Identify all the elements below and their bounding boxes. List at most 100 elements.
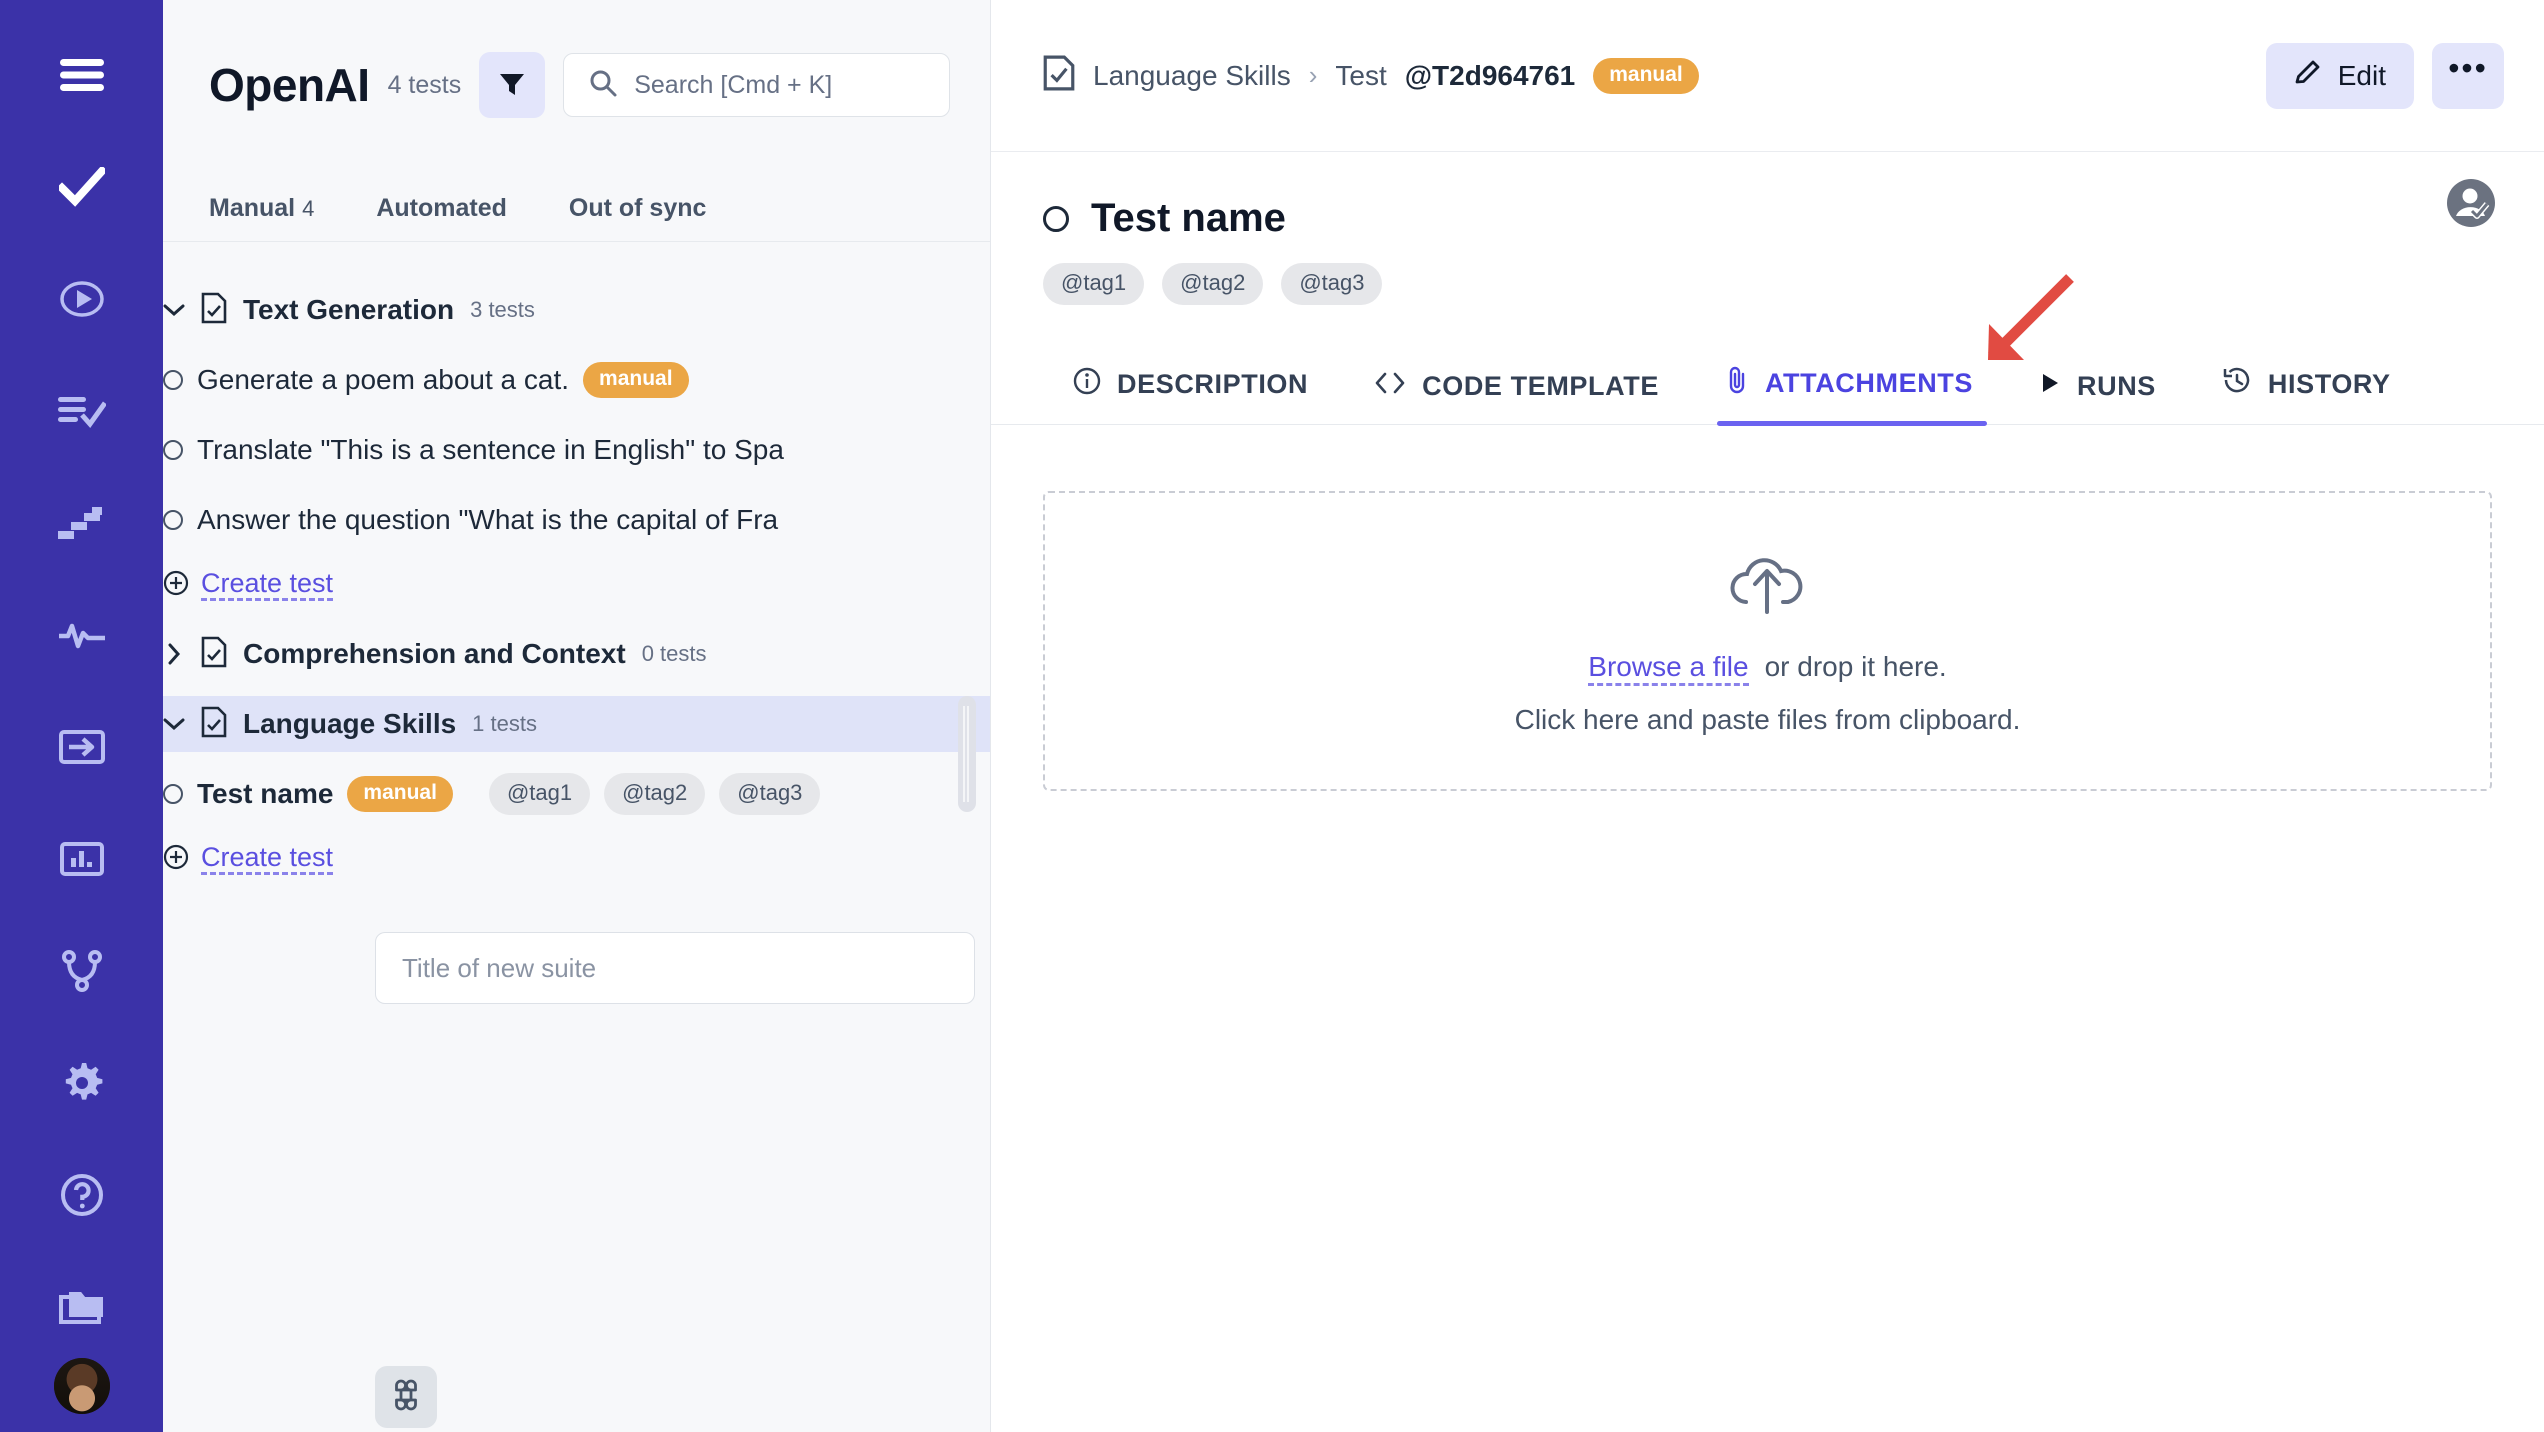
dropzone-or-text: or drop it here. [1764, 651, 1947, 683]
tag-chip[interactable]: @tag3 [719, 773, 821, 815]
status-badge: manual [583, 362, 689, 398]
avatar[interactable] [53, 1358, 110, 1414]
tab-automated[interactable]: Automated [376, 194, 545, 241]
suite-name: Text Generation [243, 294, 455, 325]
left-icon-rail [0, 0, 163, 1432]
list-check-icon[interactable] [49, 378, 115, 444]
panel-header: OpenAI 4 tests Search [Cmd + K] [163, 0, 990, 170]
chevron-down-icon[interactable] [163, 717, 185, 731]
plus-circle-icon [163, 570, 189, 601]
code-icon [1374, 371, 1406, 402]
breadcrumb: Language Skills › Test @T2d964761 manual… [991, 0, 2544, 152]
tab-out-of-sync[interactable]: Out of sync [569, 194, 745, 241]
play-icon [2039, 371, 2061, 402]
search-icon [588, 68, 618, 103]
new-suite-input[interactable] [375, 932, 975, 1004]
project-title: OpenAI [209, 59, 370, 111]
command-icon [390, 1379, 422, 1416]
dropzone-line1: Browse a file or drop it here. [1588, 651, 1947, 686]
tag-list: @tag1 @tag2 @tag3 [991, 241, 2544, 305]
dropzone-paste-text: Click here and paste files from clipboar… [1514, 703, 2021, 735]
app-root: OpenAI 4 tests Search [Cmd + K] Manual 4… [0, 0, 2544, 1432]
play-circle-icon[interactable] [49, 266, 115, 332]
test-title: Generate a poem about a cat. [197, 364, 570, 395]
history-icon [2222, 367, 2252, 402]
tab-manual[interactable]: Manual 4 [209, 194, 352, 241]
tab-manual-label: Manual [209, 194, 296, 222]
tab-manual-count: 4 [302, 196, 315, 221]
chevron-down-icon[interactable] [163, 303, 185, 317]
help-circle-icon[interactable] [49, 1162, 115, 1228]
hamburger-menu-icon[interactable] [49, 42, 115, 108]
tab-history[interactable]: HISTORY [2192, 367, 2427, 424]
check-icon[interactable] [49, 154, 115, 220]
suite-row-text-generation[interactable]: Text Generation 3 tests [163, 282, 990, 338]
activity-pulse-icon[interactable] [49, 602, 115, 668]
project-test-count: 4 tests [387, 70, 462, 99]
gear-icon[interactable] [49, 1050, 115, 1116]
command-palette-button[interactable] [375, 1366, 437, 1428]
branch-icon[interactable] [49, 938, 115, 1004]
suite-row-language-skills[interactable]: Language Skills 1 tests [163, 696, 990, 752]
test-row[interactable]: Translate "This is a sentence in English… [163, 422, 990, 478]
test-title: Test name [197, 778, 334, 809]
tag-chip[interactable]: @tag1 [488, 773, 591, 815]
tag-chip[interactable]: @tag2 [1162, 263, 1264, 305]
breadcrumb-suite[interactable]: Language Skills [1093, 60, 1291, 92]
cloud-upload-icon [1720, 546, 1816, 627]
search-input[interactable]: Search [Cmd + K] [634, 71, 832, 100]
suite-tree: Text Generation 3 tests Generate a poem … [163, 242, 990, 1004]
bar-chart-icon[interactable] [49, 826, 115, 892]
list-tabs: Manual 4 Automated Out of sync [163, 170, 990, 242]
status-circle-icon [163, 784, 183, 804]
search-box[interactable]: Search [Cmd + K] [563, 53, 950, 117]
paperclip-icon [1725, 365, 1749, 402]
folders-icon[interactable] [49, 1274, 115, 1340]
pencil-icon [2294, 58, 2322, 93]
tag-chip[interactable]: @tag3 [1281, 263, 1383, 305]
tab-attachments[interactable]: ATTACHMENTS [1695, 365, 2009, 426]
test-title: Answer the question "What is the capital… [197, 504, 779, 535]
create-test-row[interactable]: Create test [163, 558, 990, 612]
create-test-link[interactable]: Create test [201, 843, 334, 875]
page-title-row: Test name [991, 152, 2544, 241]
more-options-button[interactable]: ••• [2432, 42, 2504, 109]
suite-count: 0 tests [641, 641, 707, 666]
test-row[interactable]: Answer the question "What is the capital… [163, 492, 990, 548]
tab-runs[interactable]: RUNS [2009, 371, 2192, 424]
browse-file-link[interactable]: Browse a file [1588, 651, 1749, 686]
create-test-link[interactable]: Create test [201, 569, 334, 601]
test-row[interactable]: Test name manual @tag1 @tag2 @tag3 [163, 766, 990, 822]
status-circle-icon [163, 370, 183, 390]
tab-description[interactable]: DESCRIPTION [1043, 367, 1344, 424]
test-document-icon [201, 636, 227, 673]
filter-button[interactable] [479, 52, 546, 118]
edit-button[interactable]: Edit [2265, 42, 2414, 109]
panel-scrollbar[interactable] [958, 696, 976, 812]
suite-row-comprehension-and-context[interactable]: Comprehension and Context 0 tests [163, 626, 990, 682]
page-title: Test name [1091, 196, 1286, 240]
test-document-icon [201, 706, 227, 743]
tab-history-label: HISTORY [2267, 369, 2391, 399]
tab-runs-label: RUNS [2077, 371, 2156, 401]
edit-button-label: Edit [2337, 59, 2386, 91]
steps-icon[interactable] [49, 490, 115, 556]
suite-name: Language Skills [243, 708, 457, 739]
test-detail-panel: Language Skills › Test @T2d964761 manual… [991, 0, 2544, 1432]
status-badge: manual [1593, 57, 1699, 94]
test-row[interactable]: Generate a poem about a cat. manual [163, 352, 990, 408]
test-list-panel: OpenAI 4 tests Search [Cmd + K] Manual 4… [163, 0, 991, 1432]
info-icon [1073, 367, 1101, 402]
status-circle-icon [1043, 205, 1069, 232]
file-dropzone[interactable]: Browse a file or drop it here. Click her… [1043, 491, 2492, 791]
chevron-right-icon[interactable] [163, 643, 185, 665]
tag-chip[interactable]: @tag2 [604, 773, 706, 815]
tab-code-template[interactable]: CODE TEMPLATE [1344, 371, 1695, 424]
user-check-icon[interactable] [2446, 178, 2496, 228]
breadcrumb-id: @T2d964761 [1404, 59, 1576, 91]
import-icon[interactable] [49, 714, 115, 780]
status-badge: manual [347, 776, 453, 812]
create-test-row[interactable]: Create test [163, 832, 990, 886]
tab-code-template-label: CODE TEMPLATE [1422, 371, 1659, 401]
tag-chip[interactable]: @tag1 [1043, 263, 1145, 305]
